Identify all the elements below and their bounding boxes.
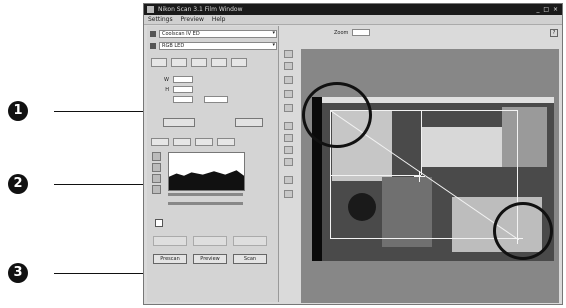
disabled-button-3[interactable] (233, 236, 267, 246)
reset-button[interactable] (163, 118, 195, 127)
crop-center-crosshair[interactable] (414, 171, 425, 182)
tool-rotate-right-icon[interactable] (284, 134, 293, 142)
tab-5[interactable] (230, 58, 247, 67)
tool-rotate-icon[interactable] (284, 104, 293, 112)
callout-3-ring (493, 202, 553, 260)
histogram-fill (169, 170, 244, 190)
scanner-icon (150, 31, 156, 37)
height-label: H (165, 87, 169, 93)
tool-select-icon[interactable] (284, 50, 293, 58)
profile-select[interactable]: RGB LED (159, 42, 277, 50)
help-icon[interactable]: ? (550, 29, 558, 37)
input-level-slider[interactable] (168, 193, 243, 196)
resolution-row (155, 96, 228, 104)
curve-tab-1[interactable] (151, 138, 169, 146)
tab-2[interactable] (170, 58, 187, 67)
zoom-field[interactable] (352, 29, 370, 36)
callout-2: 2 (8, 174, 28, 194)
tool-zoom-icon[interactable] (284, 76, 293, 84)
eyedropper-icon[interactable] (152, 152, 161, 161)
control-panel: Coolscan IV ED RGB LED W H (147, 26, 279, 302)
option-checkbox-row (155, 219, 165, 228)
eyedropper-white-icon[interactable] (152, 174, 161, 183)
curve-tab-3[interactable] (194, 138, 213, 146)
callout-3: 3 (8, 263, 28, 283)
menu-help[interactable]: Help (212, 16, 226, 23)
title-bar: Nikon Scan 3.1 Film Window _ □ × (144, 4, 562, 15)
window-controls[interactable]: _ □ × (536, 4, 559, 15)
window-title: Nikon Scan 3.1 Film Window (158, 6, 243, 13)
zoom-label: Zoom (334, 30, 349, 36)
output-level-slider[interactable] (168, 202, 243, 205)
height-row: H (155, 86, 196, 94)
scan-button[interactable]: Scan (233, 254, 267, 264)
eyedropper-mid-icon[interactable] (152, 163, 161, 172)
resolution-units-select[interactable] (203, 96, 228, 103)
disabled-button-1[interactable] (153, 236, 187, 246)
width-row: W (155, 76, 196, 84)
tab-4[interactable] (210, 58, 227, 67)
callout-1: 1 (8, 101, 28, 121)
callout-1-ring (302, 82, 372, 148)
tool-flip-h-icon[interactable] (284, 146, 293, 154)
tool-fit-icon[interactable] (284, 176, 293, 184)
tool-info-icon[interactable] (284, 190, 293, 198)
menu-bar: Settings Preview Help (144, 15, 562, 25)
tool-flip-v-icon[interactable] (284, 158, 293, 166)
height-field[interactable] (172, 86, 193, 93)
histogram[interactable] (168, 152, 245, 191)
auto-button[interactable] (235, 118, 263, 127)
option-checkbox[interactable] (155, 219, 163, 227)
scanner-row: Coolscan IV ED (150, 30, 278, 38)
curve-reset-icon[interactable] (152, 185, 161, 194)
width-label: W (164, 77, 169, 83)
curve-tabs (151, 138, 269, 146)
tool-tabs (151, 58, 269, 67)
preview-button[interactable]: Preview (193, 254, 227, 264)
resolution-field[interactable] (172, 96, 193, 103)
curve-tab-4[interactable] (216, 138, 235, 146)
tool-crop-icon[interactable] (284, 90, 293, 98)
width-field[interactable] (172, 76, 193, 83)
scanner-select[interactable]: Coolscan IV ED (159, 30, 277, 38)
curve-tab-2[interactable] (172, 138, 191, 146)
prescan-button[interactable]: Prescan (153, 254, 187, 264)
disabled-button-2[interactable] (193, 236, 227, 246)
scan-window: Nikon Scan 3.1 Film Window _ □ × Setting… (143, 3, 563, 305)
profile-row: RGB LED (150, 42, 278, 50)
tab-3[interactable] (190, 58, 207, 67)
tool-hand-icon[interactable] (284, 62, 293, 70)
profile-icon (150, 43, 156, 49)
tab-1[interactable] (151, 58, 167, 67)
app-icon (147, 6, 154, 13)
tool-rotate-left-icon[interactable] (284, 122, 293, 130)
menu-preview[interactable]: Preview (181, 16, 204, 23)
menu-settings[interactable]: Settings (148, 16, 173, 23)
